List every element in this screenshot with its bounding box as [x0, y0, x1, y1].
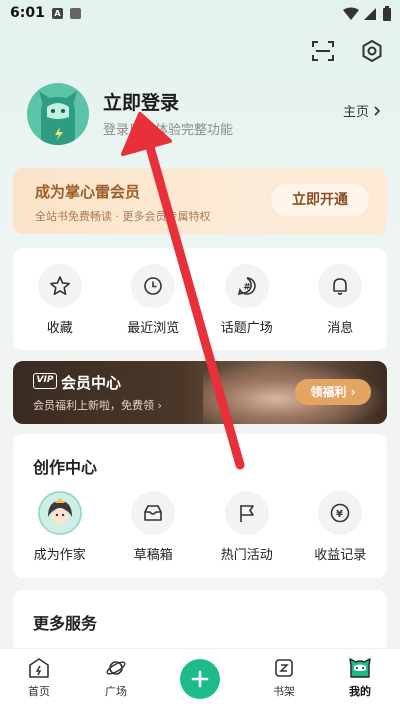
member-subtitle: 会员福利上新啦，免费领 › [33, 399, 162, 412]
plus-icon [191, 670, 209, 688]
gear-icon [362, 39, 382, 63]
quick-action-topics[interactable]: # 话题广场 [200, 264, 294, 336]
keyboard-icon [70, 8, 81, 19]
mascot-avatar-icon [39, 91, 77, 145]
quick-action-label: 消息 [327, 321, 354, 336]
bookshelf-icon [275, 659, 293, 677]
scan-button[interactable] [310, 38, 336, 64]
member-title: 会员中心 [61, 374, 122, 392]
vip-membership-banner[interactable]: 成为掌心雷会员 全站书免费畅读 · 更多会员专属特权 立即开通 [13, 168, 387, 234]
create-item-label: 热门活动 [220, 548, 273, 563]
status-time: 6:01 [10, 5, 45, 21]
bottom-navigation: 首页 广场 书架 我的 [0, 648, 400, 711]
quick-action-label: 收藏 [46, 321, 73, 336]
clock-icon [144, 277, 163, 295]
creation-center-card: 创作中心 成为作家 草稿箱 热门活动 ¥ 收益记录 [13, 434, 387, 578]
status-indicators [343, 6, 392, 21]
quick-action-label: 最近浏览 [127, 321, 180, 336]
nav-mine[interactable]: 我的 [330, 657, 390, 699]
login-subtitle: 登录后，体验完整功能 [103, 123, 234, 138]
nav-mine-label: 我的 [349, 685, 371, 698]
chevron-right-icon [374, 105, 381, 116]
nav-bookshelf[interactable]: 书架 [254, 657, 314, 699]
quick-actions-card: 收藏 最近浏览 # 话题广场 消息 [13, 248, 387, 350]
create-item-label: 收益记录 [314, 548, 367, 563]
svg-text:¥: ¥ [336, 509, 343, 520]
creation-center-title: 创作中心 [33, 458, 98, 477]
member-center-banner[interactable]: VIP 会员中心 会员福利上新啦，免费领 › 领福利 › [13, 361, 387, 424]
create-item-label: 草稿箱 [133, 548, 173, 563]
planet-icon [106, 661, 126, 675]
create-item-label: 成为作家 [33, 548, 86, 563]
nav-plaza[interactable]: 广场 [86, 657, 146, 699]
wifi-icon [343, 7, 359, 20]
vip-open-button[interactable]: 立即开通 [271, 184, 369, 216]
more-services-title: 更多服务 [33, 614, 98, 633]
nav-bookshelf-label: 书架 [273, 685, 295, 698]
star-icon [49, 276, 70, 295]
quick-action-label: 话题广场 [220, 321, 273, 336]
bell-icon [333, 278, 348, 295]
home-link-label: 主页 [342, 105, 369, 120]
home-bolt-icon [29, 658, 49, 678]
login-title[interactable]: 立即登录 [103, 88, 179, 115]
vip-subtitle: 全站书免费畅读 · 更多会员专属特权 [35, 210, 211, 223]
drafts-icon [144, 505, 163, 521]
create-post-button[interactable] [180, 659, 220, 699]
status-notification-icon: A [52, 8, 63, 19]
mascot-tab-icon [349, 658, 371, 678]
vip-title: 成为掌心雷会员 [35, 183, 141, 201]
scan-icon [312, 41, 334, 61]
drafts-item[interactable]: 草稿箱 [107, 491, 201, 563]
home-page-link[interactable]: 主页 [343, 101, 382, 120]
battery-icon [383, 6, 391, 21]
become-author-item[interactable]: 成为作家 [13, 491, 107, 563]
yen-icon: ¥ [330, 503, 350, 523]
status-bar: 6:01 A [0, 0, 400, 28]
quick-action-favorites[interactable]: 收藏 [13, 264, 107, 336]
hot-events-item[interactable]: 热门活动 [200, 491, 294, 563]
flag-icon [239, 505, 254, 522]
author-avatar-icon [38, 491, 82, 535]
svg-text:#: # [243, 283, 251, 293]
more-services-card: 更多服务 [13, 590, 387, 654]
settings-button[interactable] [359, 38, 385, 64]
avatar[interactable] [27, 83, 89, 145]
earnings-record-item[interactable]: ¥ 收益记录 [294, 491, 388, 563]
vip-badge-icon: VIP [33, 373, 57, 389]
quick-action-messages[interactable]: 消息 [294, 264, 388, 336]
nav-home[interactable]: 首页 [9, 657, 69, 699]
nav-plaza-label: 广场 [105, 685, 127, 698]
nav-home-label: 首页 [28, 685, 50, 698]
signal-icon [364, 7, 376, 20]
quick-action-recent[interactable]: 最近浏览 [107, 264, 201, 336]
hashtag-icon: # [237, 277, 256, 296]
claim-benefit-button[interactable]: 领福利 › [295, 379, 371, 405]
